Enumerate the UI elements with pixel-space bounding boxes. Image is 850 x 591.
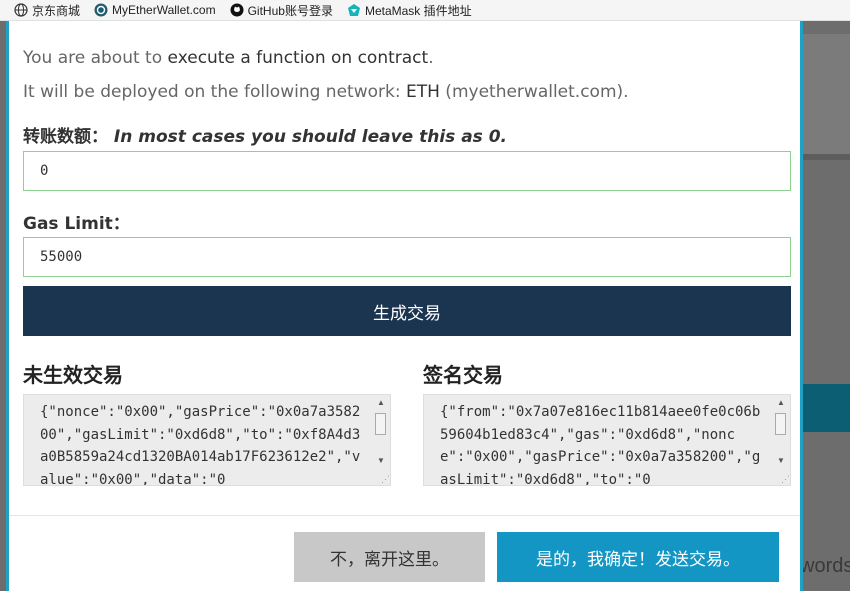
scroll-up-icon[interactable]: ▲ <box>774 397 788 409</box>
resize-grip-icon[interactable]: ⋰ <box>781 474 790 485</box>
amount-input[interactable]: 0 <box>23 151 791 191</box>
resize-grip-icon[interactable]: ⋰ <box>381 474 390 485</box>
metamask-icon <box>347 3 361 17</box>
confirm-send-button[interactable]: 是的，我确定！发送交易。 <box>497 532 779 582</box>
signed-transaction-textarea[interactable]: {"from":"0x7a07e816ec11b814aee0fe0c06b59… <box>423 394 791 486</box>
raw-transaction-textarea[interactable]: {"nonce":"0x00","gasPrice":"0x0a7a358200… <box>23 394 391 486</box>
background-panel <box>803 34 850 154</box>
bookmark-label: MetaMask 插件地址 <box>364 3 472 18</box>
cancel-button[interactable]: 不，离开这里。 <box>294 532 485 582</box>
background-divider <box>803 154 850 160</box>
bookmark-label: 京东商城 <box>32 3 81 18</box>
bookmark-metamask[interactable]: MetaMask 插件地址 <box>347 2 472 19</box>
gas-limit-input[interactable]: 55000 <box>23 237 791 277</box>
gas-limit-label: Gas Limit： <box>23 214 130 234</box>
mew-icon <box>94 3 108 17</box>
scroll-down-icon[interactable]: ▼ <box>374 455 388 467</box>
globe-icon <box>14 3 28 17</box>
signed-transaction-content: {"from":"0x7a07e816ec11b814aee0fe0c06b59… <box>440 404 761 486</box>
raw-transaction-content: {"nonce":"0x00","gasPrice":"0x0a7a358200… <box>40 404 361 486</box>
background-text: words <box>800 555 850 577</box>
signed-scrollbar[interactable]: ▲ ▼ <box>774 397 788 483</box>
raw-transaction-title: 未生效交易 <box>23 363 123 387</box>
bookmarks-bar: 京东商城 MyEtherWallet.com GitHub账号登录 MetaMa… <box>0 0 850 21</box>
intro-text: You are about to execute a function on c… <box>23 48 434 68</box>
amount-hint: In most cases you should leave this as 0… <box>113 127 508 147</box>
bookmark-jd[interactable]: 京东商城 <box>14 2 80 19</box>
confirm-modal: You are about to execute a function on c… <box>6 21 803 591</box>
bookmark-github[interactable]: GitHub账号登录 <box>230 2 333 19</box>
scroll-down-icon[interactable]: ▼ <box>774 455 788 467</box>
scroll-thumb[interactable] <box>375 413 386 435</box>
generate-transaction-button[interactable]: 生成交易 <box>23 286 791 336</box>
network-text: It will be deployed on the following net… <box>23 82 629 102</box>
bookmark-mew[interactable]: MyEtherWallet.com <box>94 3 216 17</box>
scroll-up-icon[interactable]: ▲ <box>374 397 388 409</box>
background-teal-bar <box>803 384 850 432</box>
scroll-thumb[interactable] <box>775 413 786 435</box>
bookmark-label: GitHub账号登录 <box>247 3 333 18</box>
amount-label: 转账数额： In most cases you should leave thi… <box>23 127 508 147</box>
github-icon <box>230 3 244 17</box>
signed-transaction-title: 签名交易 <box>423 363 503 387</box>
raw-scrollbar[interactable]: ▲ ▼ <box>374 397 388 483</box>
bookmark-label: MyEtherWallet.com <box>112 3 216 17</box>
modal-footer-divider <box>9 515 800 516</box>
